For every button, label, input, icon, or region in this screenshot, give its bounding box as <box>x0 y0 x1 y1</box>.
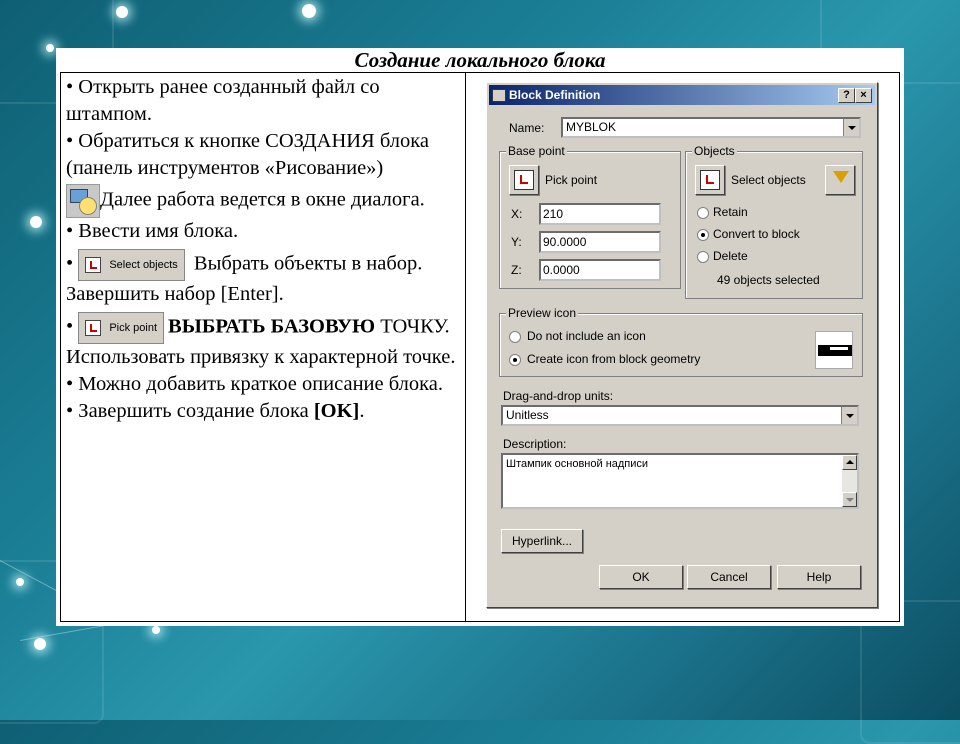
select-objects-label: Select objects <box>731 173 806 187</box>
preview-icon-group: Preview icon <box>499 306 863 377</box>
no-icon-radio[interactable] <box>509 331 521 343</box>
description-label: Description: <box>503 437 567 451</box>
hyperlink-button[interactable]: Hyperlink... <box>501 529 583 553</box>
app-icon <box>492 89 506 102</box>
description-value: Штампик основной надписи <box>506 458 649 470</box>
pick-point-sample-button: Pick point <box>78 312 165 344</box>
block-definition-dialog: Block Definition ? × Name: MYBLOK Base p… <box>486 82 878 608</box>
name-value: MYBLOK <box>566 120 617 134</box>
scroll-up-icon[interactable] <box>842 455 857 470</box>
help-title-button[interactable]: ? <box>838 88 855 103</box>
description-scrollbar[interactable] <box>842 455 857 507</box>
ok-button[interactable]: OK <box>599 565 683 589</box>
convert-to-block-radio[interactable] <box>697 229 709 241</box>
background-glow-dot <box>34 638 46 650</box>
bullet-finish: • Завершить создание блока [OK]. <box>66 400 365 422</box>
background-glow-dot <box>116 6 128 18</box>
pick-point-button[interactable] <box>509 165 539 195</box>
block-preview-image <box>815 331 853 369</box>
bullet-dialog-text: Далее работа ведется в окне диалога. <box>100 188 425 211</box>
z-label: Z: <box>511 263 522 277</box>
y-label: Y: <box>511 235 522 249</box>
close-button[interactable]: × <box>855 88 872 103</box>
preview-icon-label: Preview icon <box>506 306 579 320</box>
delete-label: Delete <box>713 249 748 263</box>
background-glow-dot <box>30 216 42 228</box>
description-textarea[interactable]: Штампик основной надписи <box>501 453 859 509</box>
x-label: X: <box>511 207 523 221</box>
retain-label: Retain <box>713 205 748 219</box>
bullet-pick-point-bold: ВЫБРАТЬ БАЗОВУЮ <box>168 315 376 338</box>
base-point-label: Base point <box>506 144 567 158</box>
select-objects-button[interactable] <box>695 165 725 195</box>
select-objects-sample-button: Select objects <box>78 249 185 281</box>
ok-label: [OK] <box>313 400 360 422</box>
name-label: Name: <box>509 121 545 135</box>
pick-point-label: Pick point <box>545 173 598 187</box>
slide-title: Создание локального блока <box>354 48 606 72</box>
create-icon-radio[interactable] <box>509 354 521 366</box>
delete-radio[interactable] <box>697 251 709 263</box>
x-input[interactable]: 210 <box>539 203 661 225</box>
objects-selected-status: 49 objects selected <box>717 273 820 287</box>
scroll-down-icon[interactable] <box>842 492 857 507</box>
instruction-list: • Открыть ранее созданный файл со штампо… <box>66 74 456 425</box>
objects-label: Objects <box>692 144 737 158</box>
quick-select-button[interactable] <box>825 165 855 195</box>
dialog-title: Block Definition <box>509 88 601 102</box>
bullet-select-objects: • Select objects Выбрать объекты в набор… <box>66 249 456 308</box>
bullet-enter-name: • Ввести имя блока. <box>66 220 239 242</box>
convert-to-block-label: Convert to block <box>713 227 800 241</box>
units-label: Drag-and-drop units: <box>503 389 614 403</box>
background-glow-dot <box>302 4 316 18</box>
bullet-dialog: Далее работа ведется в окне диалога. <box>66 184 456 218</box>
chevron-down-icon[interactable] <box>843 119 859 136</box>
bullet-description: • Можно добавить краткое описание блока. <box>66 373 444 395</box>
dialog-title-bar[interactable]: Block Definition ? × <box>489 85 875 105</box>
background-glow-dot <box>46 44 54 52</box>
bullet-open-file: • Открыть ранее созданный файл со штампо… <box>66 76 380 125</box>
pick-point-icon <box>514 170 534 190</box>
z-input[interactable]: 0.0000 <box>539 259 661 281</box>
name-combobox[interactable]: MYBLOK <box>561 117 861 138</box>
select-objects-icon <box>700 170 720 190</box>
make-block-icon <box>66 184 100 218</box>
filter-icon <box>833 171 849 183</box>
bullet-pick-point: • Pick point ВЫБРАТЬ БАЗОВУЮ ТОЧКУ. Испол… <box>66 312 456 371</box>
units-value: Unitless <box>506 408 549 422</box>
y-input[interactable]: 90.0000 <box>539 231 661 253</box>
help-button[interactable]: Help <box>777 565 861 589</box>
units-combobox[interactable]: Unitless <box>501 405 859 426</box>
chevron-down-icon[interactable] <box>841 407 857 424</box>
background-glow-dot <box>16 578 24 586</box>
cancel-button[interactable]: Cancel <box>687 565 771 589</box>
no-icon-label: Do not include an icon <box>527 329 646 343</box>
background-glow-dot <box>152 626 160 634</box>
bullet-create-block: • Обратиться к кнопке СОЗДАНИЯ блока (па… <box>66 130 429 179</box>
create-icon-label: Create icon from block geometry <box>527 352 701 366</box>
retain-radio[interactable] <box>697 207 709 219</box>
column-divider <box>465 73 466 621</box>
